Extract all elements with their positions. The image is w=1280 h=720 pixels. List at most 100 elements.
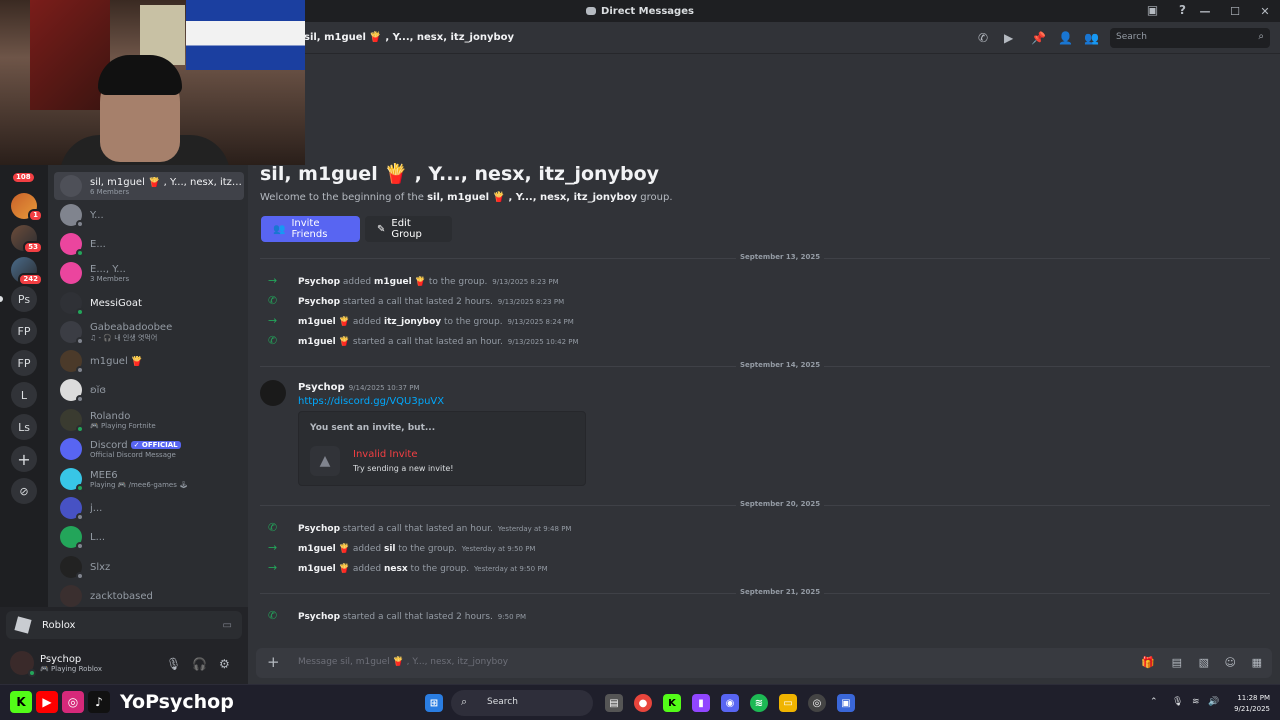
add-friend-icon: 👥 [273,223,286,235]
call-icon[interactable]: ✆ [978,31,988,45]
user-name: Psychop [40,653,82,665]
invite-link[interactable]: https://discord.gg/VQU3puVX [298,396,444,407]
discord-window: Direct Messages ▣ ? — ☐ ✕ 108 1 53 242 P… [0,0,1280,720]
message-input[interactable]: + Message sil, m1guel 🍟 , Y..., nesx, it… [256,648,1272,678]
chrome-icon[interactable]: ● [634,694,652,712]
obs-icon[interactable]: ◎ [808,694,826,712]
add-server-button[interactable]: + [11,446,37,472]
settings-gear-icon[interactable]: ⚙ [219,657,230,671]
help-icon[interactable]: ? [1175,3,1190,18]
system-event: → m1guel 🍟 added nesx to the group. Yeste… [268,561,548,574]
activity-game: Roblox [42,619,76,631]
dm-item[interactable]: MessiGoat [54,289,244,317]
dm-item[interactable]: Discord ✓ OFFICIAL Official Discord Messag… [54,435,244,463]
dm-item[interactable]: ʚĭɞ [54,376,244,404]
window-title: Direct Messages [601,5,694,17]
discover-icon[interactable]: ⊘ [11,478,37,504]
server-fp-2[interactable]: FP [11,350,37,376]
wifi-icon[interactable]: ≋ [1192,697,1200,707]
pin-icon[interactable]: 📌 [1031,31,1046,45]
dm-item[interactable]: sil, m1guel 🍟 , Y..., nesx, itz_jo... 6 M… [54,172,244,200]
invite-friends-button[interactable]: 👥 Invite Friends [261,216,360,242]
close-icon[interactable]: ✕ [1250,5,1280,18]
server-icon[interactable]: 1 [11,193,43,222]
microphone-icon[interactable]: 🎙 [166,657,181,671]
kick-icon[interactable]: K [663,694,681,712]
folder-icon[interactable]: ▭ [779,694,797,712]
dm-item[interactable]: E... [54,230,244,258]
sticker-icon[interactable]: ▧ [1199,656,1209,669]
taskbar-clock[interactable]: 11:28 PM 9/21/2025 [1234,693,1270,715]
dm-item[interactable]: E..., Y... 3 Members [54,259,244,287]
file-explorer-icon[interactable]: ▤ [605,694,623,712]
instagram-logo-icon: ◎ [62,691,84,713]
system-event: ✆ Psychop started a call that lasted 2 ho… [268,294,565,307]
headphones-icon[interactable]: 🎧 [192,657,207,671]
dm-item[interactable]: MEE6 Playing 🎮 /mee6-games 🕹 [54,465,244,493]
dm-item[interactable]: zacktobased [54,582,244,607]
minimize-icon[interactable]: — [1190,5,1220,18]
avatar [60,292,84,316]
member-list-icon[interactable]: 👥 [1084,31,1099,45]
system-event: → m1guel 🍟 added itz_jonyboy to the group… [268,314,574,327]
dm-subtext: ♫ - 🎧 내 인생 엿먹어 [90,333,158,342]
taskbar-search[interactable]: ⌕ Search [451,690,593,716]
gift-icon[interactable]: 🎁 [1141,656,1155,669]
dm-name: MessiGoat [90,297,142,309]
video-icon[interactable]: ▶ [1004,31,1013,45]
spotify-icon[interactable]: ≋ [750,694,768,712]
add-member-icon[interactable]: 👤 [1058,31,1073,45]
apps-icon[interactable]: ▦ [1252,656,1262,669]
windows-start-icon[interactable]: ⊞ [425,694,443,712]
server-fp[interactable]: FP [11,318,37,344]
activity-card[interactable]: Roblox ▭ [6,611,242,639]
maximize-icon[interactable]: ☐ [1220,5,1250,18]
server-l[interactable]: L [11,382,37,408]
dm-name: E... [90,238,106,250]
server-icon[interactable]: 242 [11,257,43,286]
join-arrow-icon: → [268,314,278,327]
dm-item[interactable]: Slxz [54,553,244,581]
tray-chevron-icon[interactable]: ⌃ [1150,697,1158,707]
dm-name: m1guel 🍟 [90,355,144,367]
dm-item[interactable]: j... [54,494,244,522]
avatar [60,585,82,607]
app-icon[interactable]: ▣ [837,694,855,712]
dm-item[interactable]: m1guel 🍟 [54,347,244,375]
server-ls[interactable]: Ls [11,414,37,440]
dm-item[interactable]: Y... [54,201,244,229]
tray-mic-icon[interactable]: 🎙 [1172,697,1183,707]
avatar[interactable] [260,380,286,406]
avatar [60,321,84,345]
volume-icon[interactable]: 🔊 [1208,697,1219,707]
dm-name: E..., Y... [90,263,126,275]
message-author[interactable]: Psychop [298,382,345,393]
avatar [60,409,84,433]
server-ps[interactable]: Ps [11,286,37,312]
discord-taskbar-icon[interactable]: ◉ [721,694,739,712]
youtube-logo-icon: ▶ [36,691,58,713]
invalid-server-icon: ▲ [310,446,340,476]
dm-item[interactable]: L... [54,523,244,551]
avatar [60,526,84,550]
official-badge: ✓ OFFICIAL [130,440,181,449]
twitch-icon[interactable]: ▮ [692,694,710,712]
discord-logo-icon [60,438,82,460]
dm-item[interactable]: Rolando 🎮 Playing Fortnite [54,406,244,434]
gif-icon[interactable]: ▤ [1172,656,1182,669]
server-icon[interactable]: 53 [11,225,43,254]
current-user[interactable]: Psychop 🎮 Playing Roblox [10,651,102,677]
dm-item[interactable]: Gabeabadoobee ♫ - 🎧 내 인생 엿먹어 [54,318,244,346]
screen-share-icon[interactable]: ▭ [223,620,232,631]
dm-subtext: 3 Members [90,274,130,283]
attach-plus-icon[interactable]: + [267,653,280,671]
edit-group-button[interactable]: ✎ Edit Group [365,216,452,242]
inbox-icon[interactable]: ▣ [1145,3,1160,18]
avatar [10,651,36,677]
system-event: → Psychop added m1guel 🍟 to the group. 9/… [268,274,559,287]
search-input[interactable]: Search ⌕ [1110,28,1270,48]
webcam-overlay [0,0,305,165]
dm-subtext: 🎮 Playing Fortnite [90,421,156,430]
user-panel: Roblox ▭ Psychop 🎮 Playing Roblox 🎙 🎧 ⚙ [0,607,248,684]
emoji-icon[interactable]: ☺ [1225,656,1236,669]
